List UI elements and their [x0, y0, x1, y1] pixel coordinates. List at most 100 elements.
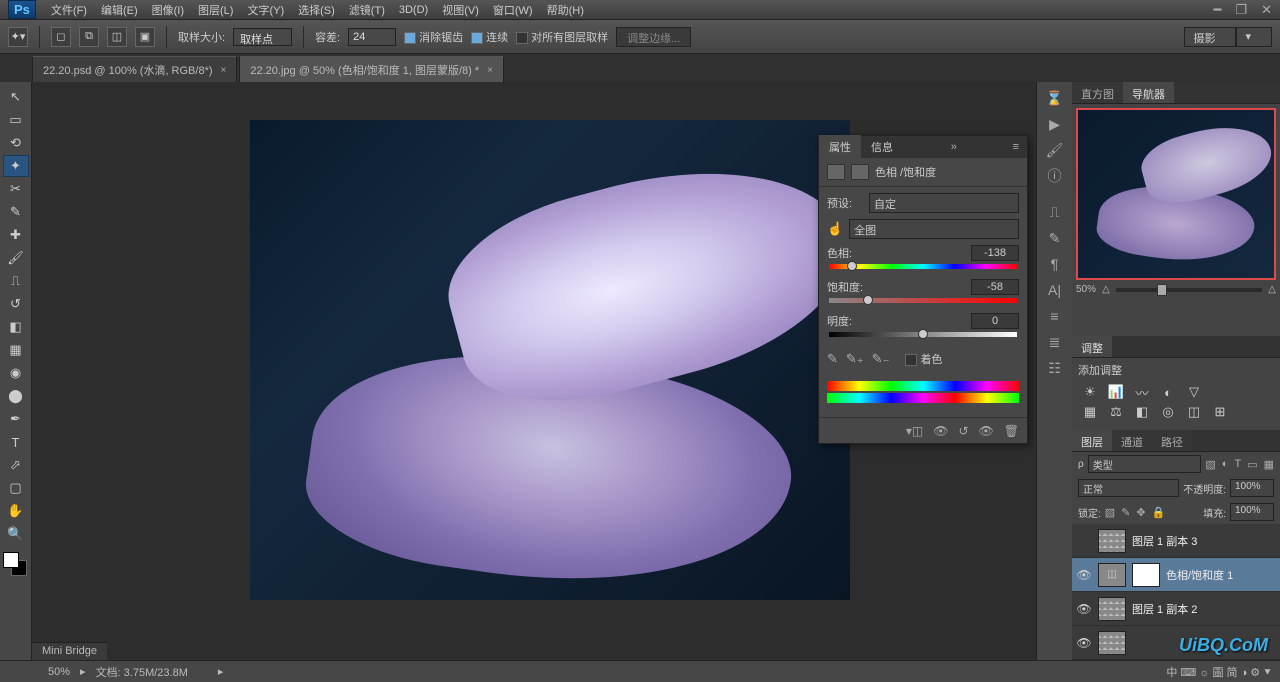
selection-subtract-icon[interactable]: ◫ [107, 27, 127, 47]
brightness-icon[interactable]: ☀ [1080, 384, 1100, 400]
lock-transparent-icon[interactable]: ▧ [1105, 506, 1115, 519]
colorize-checkbox[interactable]: 着色 [905, 351, 942, 367]
menu-file[interactable]: 文件(F) [44, 0, 94, 20]
sample-size-select[interactable]: 取样点 [233, 28, 292, 46]
panel-menu-icon[interactable]: ≡ [1005, 141, 1027, 153]
colorbalance-icon[interactable]: ⚖ [1106, 404, 1126, 420]
eyedropper-tool[interactable]: ✎ [3, 201, 29, 223]
channelmixer-icon[interactable]: ◫ [1184, 404, 1204, 420]
lightness-value[interactable]: 0 [971, 313, 1019, 329]
saturation-slider[interactable] [829, 298, 1017, 303]
visibility-toggle[interactable]: 👁 [1076, 568, 1092, 582]
bw-icon[interactable]: ◧ [1132, 404, 1152, 420]
path-selection-tool[interactable]: ⬀ [3, 454, 29, 476]
all-layers-checkbox[interactable]: 对所有图层取样 [516, 29, 608, 45]
colorlookup-icon[interactable]: ⊞ [1210, 404, 1230, 420]
lock-all-icon[interactable]: 🔒 [1152, 506, 1166, 519]
minimize-icon[interactable]: ━ [1214, 2, 1222, 18]
layer-name[interactable]: 图层 1 副本 3 [1132, 533, 1276, 549]
layer-thumb[interactable] [1098, 597, 1126, 621]
tab-channels[interactable]: 通道 [1112, 430, 1152, 451]
menu-layer[interactable]: 图层(L) [191, 0, 240, 20]
visibility-toggle[interactable]: 👁 [1076, 636, 1092, 650]
reset-icon[interactable]: ↺ [958, 424, 968, 438]
tab-paths[interactable]: 路径 [1152, 430, 1192, 451]
ime-tray[interactable]: 中 ⌨ ☼ 圖 简 ◑ ⚙ ⯆ [1166, 664, 1272, 680]
tolerance-input[interactable] [348, 28, 396, 46]
target-adjustment-icon[interactable]: ☝ [827, 221, 843, 237]
photofilter-icon[interactable]: ◎ [1158, 404, 1178, 420]
filter-smart-icon[interactable]: ▦ [1264, 458, 1274, 471]
menu-window[interactable]: 窗口(W) [486, 0, 540, 20]
paragraph-icon[interactable]: ¶ [1043, 254, 1067, 274]
layer-row[interactable]: 图层 1 副本 3 [1072, 524, 1280, 558]
status-zoom[interactable]: 50% [48, 666, 70, 678]
hue-value[interactable]: -138 [971, 245, 1019, 261]
eyedropper-add-icon[interactable]: ✎₊ [846, 351, 864, 367]
workspace-preset[interactable]: 摄影▾ [1184, 27, 1272, 47]
hue-slider[interactable] [829, 264, 1017, 269]
layer-row[interactable]: 👁 图层 1 副本 2 [1072, 592, 1280, 626]
tool-preset-icon[interactable]: ✦▾ [8, 27, 28, 47]
color-swatches[interactable] [3, 552, 29, 578]
styles-icon[interactable]: ≡ [1043, 306, 1067, 326]
visibility-toggle[interactable]: 👁 [1076, 602, 1092, 616]
menu-type[interactable]: 文字(Y) [240, 0, 291, 20]
navigator-zoom-slider[interactable] [1116, 288, 1263, 292]
rectangle-tool[interactable]: ▢ [3, 477, 29, 499]
canvas-area[interactable]: 属性 信息 » ≡ 色相 /饱和度 预设: 自定 ☝ 全图 [32, 82, 1036, 660]
menu-filter[interactable]: 滤镜(T) [342, 0, 392, 20]
close-icon[interactable]: ✕ [1261, 2, 1272, 18]
contiguous-checkbox[interactable]: 连续 [471, 29, 508, 45]
filter-pixel-icon[interactable]: ▧ [1205, 458, 1215, 471]
menu-view[interactable]: 视图(V) [435, 0, 486, 20]
selection-intersect-icon[interactable]: ▣ [135, 27, 155, 47]
filter-adjustment-icon[interactable]: ◐ [1222, 458, 1229, 471]
layer-name[interactable]: 图层 1 副本 2 [1132, 601, 1276, 617]
menu-3d[interactable]: 3D(D) [392, 2, 435, 18]
magic-wand-tool[interactable]: ✦ [3, 155, 29, 177]
blur-tool[interactable]: ◉ [3, 362, 29, 384]
marquee-tool[interactable]: ▭ [3, 109, 29, 131]
crop-tool[interactable]: ✂ [3, 178, 29, 200]
styles2-icon[interactable]: ≣ [1043, 332, 1067, 352]
preset-select[interactable]: 自定 [869, 193, 1019, 213]
history-icon[interactable]: ⌛ [1043, 88, 1067, 108]
document-tab[interactable]: 22.20.jpg @ 50% (色相/饱和度 1, 图层蒙版/8) *× [239, 56, 504, 82]
zoom-in-icon[interactable]: △ [1268, 284, 1276, 295]
curves-icon[interactable]: 〰 [1132, 384, 1152, 400]
blend-mode-select[interactable]: 正常 [1078, 479, 1179, 497]
foreground-color[interactable] [3, 552, 19, 568]
eraser-tool[interactable]: ◧ [3, 316, 29, 338]
hue-sat-icon[interactable]: ▦ [1080, 404, 1100, 420]
tab-histogram[interactable]: 直方图 [1072, 82, 1123, 103]
refine-edge-button[interactable]: 调整边缘... [616, 27, 691, 47]
text-tool[interactable]: T [3, 431, 29, 453]
lock-position-icon[interactable]: ✥ [1136, 506, 1145, 519]
filter-shape-icon[interactable]: ▭ [1247, 458, 1257, 471]
gradient-tool[interactable]: ▦ [3, 339, 29, 361]
history-brush-tool[interactable]: ↺ [3, 293, 29, 315]
fill-input[interactable]: 100% [1230, 503, 1274, 521]
navigator-thumb[interactable] [1076, 108, 1276, 280]
navigator-zoom[interactable]: 50% [1076, 284, 1096, 295]
lock-pixels-icon[interactable]: ✎ [1121, 506, 1130, 519]
vibrance-icon[interactable]: ▽ [1184, 384, 1204, 400]
tab-navigator[interactable]: 导航器 [1123, 82, 1174, 103]
healing-brush-tool[interactable]: ✚ [3, 224, 29, 246]
saturation-value[interactable]: -58 [971, 279, 1019, 295]
info-icon[interactable]: ⓘ [1043, 166, 1067, 186]
lasso-tool[interactable]: ⟲ [3, 132, 29, 154]
tab-properties[interactable]: 属性 [819, 135, 861, 159]
adjustment-thumb[interactable]: ◫ [1098, 563, 1126, 587]
pen-tool[interactable]: ✒ [3, 408, 29, 430]
menu-edit[interactable]: 编辑(E) [94, 0, 145, 20]
menu-image[interactable]: 图像(I) [145, 0, 191, 20]
levels-icon[interactable]: 📊 [1106, 384, 1126, 400]
tab-adjustments[interactable]: 调整 [1072, 336, 1112, 357]
filter-kind-select[interactable]: 类型 [1088, 455, 1202, 473]
dodge-tool[interactable]: ⬤ [3, 385, 29, 407]
view-previous-icon[interactable]: 👁 [933, 424, 948, 438]
selection-new-icon[interactable]: ◻ [51, 27, 71, 47]
document-tab[interactable]: 22.20.psd @ 100% (水滴, RGB/8*)× [32, 56, 237, 82]
